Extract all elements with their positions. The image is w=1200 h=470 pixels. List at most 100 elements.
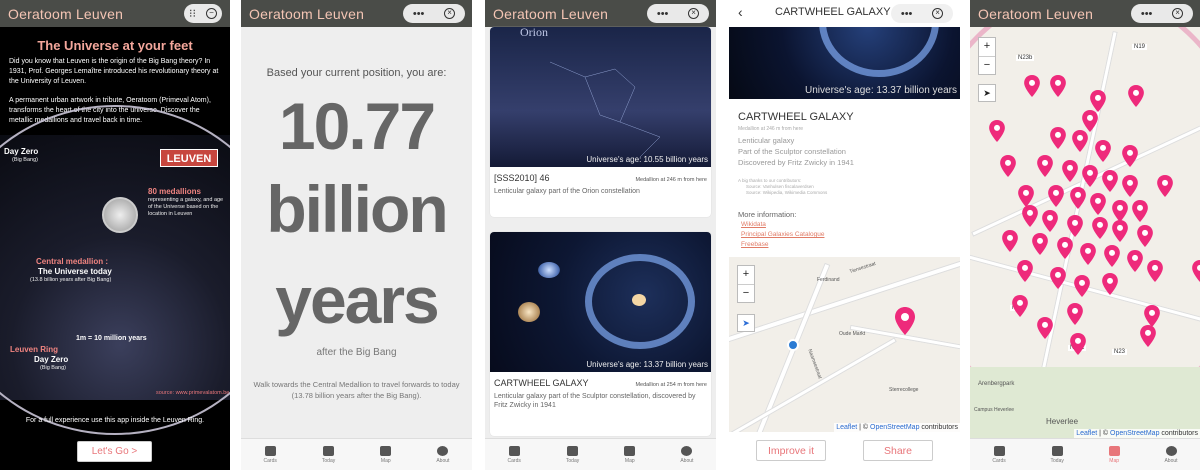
medallion-marker-icon[interactable] (1090, 193, 1106, 215)
locate-arrow-icon[interactable]: ➤ (737, 314, 755, 332)
osm-link[interactable]: OpenStreetMap (870, 424, 919, 431)
card-title: [SSS2010] 46 (494, 173, 550, 183)
source-line: Source: Wikipedia, Wikimedia Commons (746, 190, 828, 195)
improve-it-button[interactable]: Improve it (756, 440, 826, 461)
medallion-marker-icon[interactable] (1050, 267, 1066, 289)
locate-arrow-icon[interactable]: ➤ (978, 84, 996, 102)
zoom-out-button[interactable]: − (979, 56, 995, 74)
medallion-marker-icon[interactable] (1062, 160, 1078, 182)
medallion-marker-icon[interactable] (1140, 325, 1156, 347)
zoom-in-button[interactable]: + (738, 266, 754, 284)
galaxies-catalogue-link[interactable]: Principal Galaxies Catalogue (741, 231, 824, 238)
galaxy-card[interactable]: Universe's age: 13.37 billion years CART… (490, 232, 711, 436)
nav-about[interactable]: About (1164, 445, 1178, 464)
medallion-marker-icon[interactable] (1128, 85, 1144, 107)
medallion-marker-icon[interactable] (1017, 260, 1033, 282)
medallion-marker-icon[interactable] (1002, 230, 1018, 252)
medallion-marker-icon[interactable] (1080, 243, 1096, 265)
oeratoom-poster: LEUVEN Day Zero (Big Bang) 80 medallions… (0, 105, 230, 435)
nav-cards[interactable]: Cards (992, 445, 1006, 464)
medallion-marker-icon[interactable] (1050, 127, 1066, 149)
nav-about[interactable]: About (680, 445, 693, 464)
medallion-marker-icon[interactable] (1192, 260, 1200, 282)
medallion-marker-icon[interactable] (1022, 205, 1038, 227)
attribution-separator: | © (1099, 430, 1109, 437)
close-circle-icon[interactable]: × (444, 8, 456, 19)
medallion-marker-icon[interactable] (989, 120, 1005, 142)
close-circle-icon[interactable]: × (688, 8, 700, 19)
ellipsis-icon[interactable]: ••• (657, 8, 669, 20)
medallion-marker-icon[interactable] (1095, 140, 1111, 162)
leaflet-link[interactable]: Leaflet (1076, 430, 1097, 437)
medallion-marker-icon[interactable] (1000, 155, 1016, 177)
medallion-marker-icon[interactable] (1144, 305, 1160, 327)
wikidata-link[interactable]: Wikidata (741, 221, 766, 228)
zoom-in-button[interactable]: + (979, 38, 995, 56)
cards-icon (993, 445, 1005, 456)
medallion-marker-icon[interactable] (1037, 155, 1053, 177)
medallion-marker-icon[interactable] (1067, 303, 1083, 325)
close-circle-icon[interactable]: × (1172, 8, 1184, 19)
nav-today[interactable]: Today (1050, 445, 1064, 464)
nav-cards[interactable]: Cards (264, 445, 277, 464)
nav-today[interactable]: Today (566, 445, 579, 464)
nav-about[interactable]: About (436, 445, 449, 464)
ellipsis-icon[interactable]: ⁝⁝ (189, 7, 196, 20)
medallion-marker-icon[interactable] (1032, 233, 1048, 255)
medallion-marker-icon[interactable] (1122, 145, 1138, 167)
medallion-marker-icon[interactable] (1082, 165, 1098, 187)
ellipsis-icon[interactable]: ••• (1141, 8, 1153, 20)
medallion-marker-icon[interactable] (1092, 217, 1108, 239)
medallion-marker-icon[interactable] (1157, 175, 1173, 197)
medallion-marker-icon[interactable] (1082, 110, 1098, 132)
lets-go-button[interactable]: Let's Go > (77, 441, 152, 462)
medallion-marker-icon[interactable] (1018, 185, 1034, 207)
close-circle-icon[interactable]: × (932, 8, 944, 19)
medallion-marker-icon[interactable] (1102, 273, 1118, 295)
medallion-marker-icon[interactable] (1147, 260, 1163, 282)
close-circle-icon[interactable]: − (206, 8, 217, 19)
medallion-marker-icon[interactable] (1074, 275, 1090, 297)
medallion-marker-icon[interactable] (895, 307, 915, 335)
detail-map[interactable]: Tiensestraat Ferdinand Oude Markt Naamse… (729, 257, 960, 432)
galaxy-card[interactable]: Orion Universe's age: 10.55 billion year… (490, 27, 711, 217)
nav-label: Today (1050, 457, 1064, 464)
medallion-marker-icon[interactable] (1090, 90, 1106, 112)
medallion-marker-icon[interactable] (1042, 210, 1058, 232)
medallion-marker-icon[interactable] (1070, 187, 1086, 209)
osm-link[interactable]: OpenStreetMap (1110, 430, 1159, 437)
medallion-marker-icon[interactable] (1132, 200, 1148, 222)
card-title-row: CARTWHEEL GALAXY Medallion at 254 m from … (490, 372, 711, 388)
medallion-marker-icon[interactable] (1102, 170, 1118, 192)
leaflet-link[interactable]: Leaflet (836, 424, 857, 431)
nav-today[interactable]: Today (321, 445, 336, 464)
freebase-link[interactable]: Freebase (741, 241, 768, 248)
medallion-marker-icon[interactable] (1112, 220, 1128, 242)
card-distance: Medallion at 246 m from here (635, 177, 707, 183)
ellipsis-icon[interactable]: ••• (413, 8, 425, 20)
medallion-marker-icon[interactable] (1037, 317, 1053, 339)
medallion-marker-icon[interactable] (1057, 237, 1073, 259)
medallion-marker-icon[interactable] (1104, 245, 1120, 267)
medallion-marker-icon[interactable] (1050, 75, 1066, 97)
zoom-out-button[interactable]: − (738, 284, 754, 302)
nav-map[interactable]: Map (380, 445, 392, 464)
medallion-marker-icon[interactable] (1067, 215, 1083, 237)
medallion-marker-icon[interactable] (1112, 200, 1128, 222)
nav-map[interactable]: Map (624, 445, 636, 464)
chevron-left-icon[interactable]: ‹ (738, 4, 743, 20)
medallion-marker-icon[interactable] (1012, 295, 1028, 317)
share-button[interactable]: Share (863, 440, 933, 461)
medallion-marker-icon[interactable] (1127, 250, 1143, 272)
medallion-marker-icon[interactable] (1137, 225, 1153, 247)
medallion-marker-icon[interactable] (1122, 175, 1138, 197)
nav-map[interactable]: Map (1108, 445, 1120, 464)
medallion-marker-icon[interactable] (1024, 75, 1040, 97)
medallion-marker-icon[interactable] (1048, 185, 1064, 207)
medallion-map[interactable]: N19 N251 N23 N2a N23b Heverlee Arenbergp… (970, 27, 1200, 438)
medallion-marker-icon[interactable] (1072, 130, 1088, 152)
medallion-marker-icon[interactable] (1070, 333, 1086, 355)
ellipsis-icon[interactable]: ••• (901, 8, 913, 20)
nav-cards[interactable]: Cards (508, 445, 521, 464)
nav-label: Today (321, 457, 336, 464)
